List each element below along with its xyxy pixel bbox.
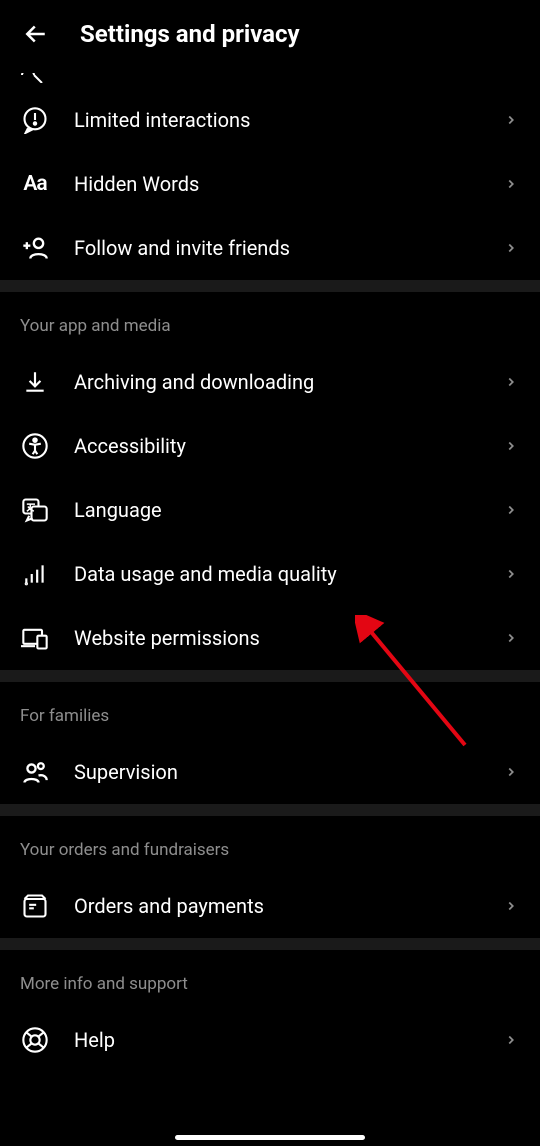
section-app-media: Archiving and downloading Accessibility <box>0 350 540 670</box>
chevron-right-icon <box>502 437 520 455</box>
item-website-permissions[interactable]: Website permissions <box>0 606 540 670</box>
accessibility-icon <box>20 431 50 461</box>
box-icon <box>20 891 50 921</box>
item-supervision[interactable]: Supervision <box>0 740 540 804</box>
section-more-info: Help <box>0 1008 540 1072</box>
add-person-icon <box>20 233 50 263</box>
partial-cutoff-row <box>20 68 540 78</box>
item-label: Archiving and downloading <box>74 370 478 394</box>
item-accessibility[interactable]: Accessibility <box>0 414 540 478</box>
translate-icon <box>20 495 50 525</box>
item-label: Limited interactions <box>74 108 478 132</box>
divider <box>0 280 540 292</box>
section-families: Supervision <box>0 740 540 804</box>
item-label: Data usage and media quality <box>74 562 478 586</box>
chevron-right-icon <box>502 565 520 583</box>
bars-icon <box>20 559 50 589</box>
alert-bubble-icon <box>20 105 50 135</box>
lifebuoy-icon <box>20 1025 50 1055</box>
chevron-right-icon <box>502 1031 520 1049</box>
page-title: Settings and privacy <box>80 20 300 48</box>
divider <box>0 938 540 950</box>
item-label: Help <box>74 1028 478 1052</box>
aa-icon: Aa <box>20 169 50 199</box>
item-language[interactable]: Language <box>0 478 540 542</box>
item-label: Supervision <box>74 760 478 784</box>
item-label: Hidden Words <box>74 172 478 196</box>
chevron-right-icon <box>502 897 520 915</box>
item-follow-invite[interactable]: Follow and invite friends <box>0 216 540 280</box>
section-header-orders: Your orders and fundraisers <box>0 816 540 874</box>
section-header-families: For families <box>0 682 540 740</box>
chevron-right-icon <box>502 501 520 519</box>
divider <box>0 804 540 816</box>
item-orders-payments[interactable]: Orders and payments <box>0 874 540 938</box>
chevron-right-icon <box>502 239 520 257</box>
item-hidden-words[interactable]: Aa Hidden Words <box>0 152 540 216</box>
section-orders: Orders and payments <box>0 874 540 938</box>
item-help[interactable]: Help <box>0 1008 540 1072</box>
section-header-app-media: Your app and media <box>0 292 540 350</box>
chevron-right-icon <box>502 373 520 391</box>
download-icon <box>20 367 50 397</box>
people-icon <box>20 757 50 787</box>
divider <box>0 670 540 682</box>
item-limited-interactions[interactable]: Limited interactions <box>0 88 540 152</box>
chevron-right-icon <box>502 629 520 647</box>
item-data-usage[interactable]: Data usage and media quality <box>0 542 540 606</box>
item-archiving[interactable]: Archiving and downloading <box>0 350 540 414</box>
item-label: Website permissions <box>74 626 478 650</box>
chevron-right-icon <box>502 175 520 193</box>
chevron-right-icon <box>502 763 520 781</box>
devices-icon <box>20 623 50 653</box>
header: Settings and privacy <box>0 0 540 68</box>
item-label: Language <box>74 498 478 522</box>
home-indicator[interactable] <box>175 1135 365 1140</box>
top-list: Limited interactions Aa Hidden Words Fol… <box>0 88 540 280</box>
item-label: Follow and invite friends <box>74 236 478 260</box>
chevron-right-icon <box>502 111 520 129</box>
section-header-more-info: More info and support <box>0 950 540 1008</box>
item-label: Accessibility <box>74 434 478 458</box>
back-button[interactable] <box>20 18 52 50</box>
item-label: Orders and payments <box>74 894 478 918</box>
